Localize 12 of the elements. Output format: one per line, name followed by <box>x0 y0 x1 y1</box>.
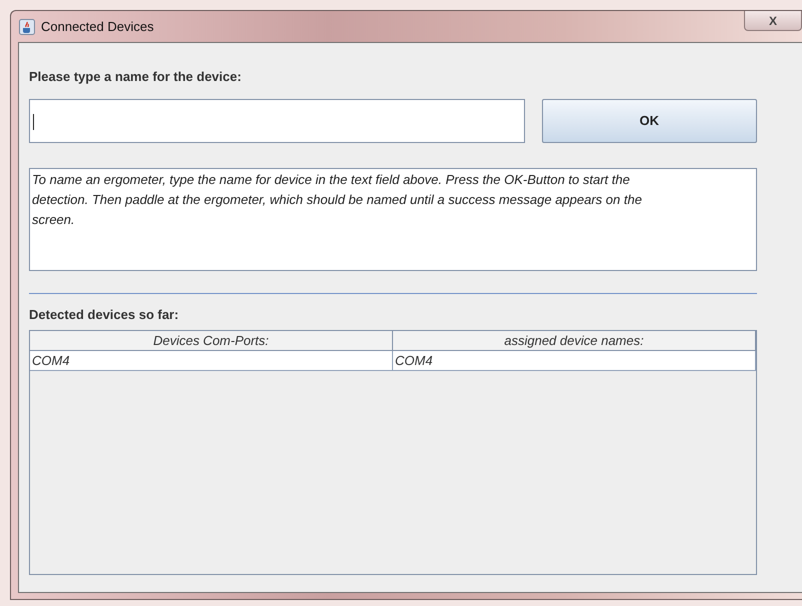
table-cell: COM4 <box>30 351 393 371</box>
name-prompt-label: Please type a name for the device: <box>29 68 242 86</box>
detected-devices-label: Detected devices so far: <box>29 306 180 324</box>
column-header[interactable]: assigned device names: <box>393 331 756 351</box>
close-button[interactable]: X <box>744 11 802 31</box>
name-input-field[interactable] <box>29 99 525 143</box>
column-header[interactable]: Devices Com-Ports: <box>30 331 393 351</box>
instructions-text: To name an ergometer, type the name for device in the text field above. Press the OK-Button to start the detection. Then paddle at the ergometer, which should be named until a success message appears on the screen. <box>29 168 757 271</box>
ok-button[interactable]: OK <box>542 99 757 143</box>
coffee-cup-icon <box>19 18 35 34</box>
table-cell: COM4 <box>393 351 756 371</box>
window-title: Connected Devices <box>41 18 154 36</box>
